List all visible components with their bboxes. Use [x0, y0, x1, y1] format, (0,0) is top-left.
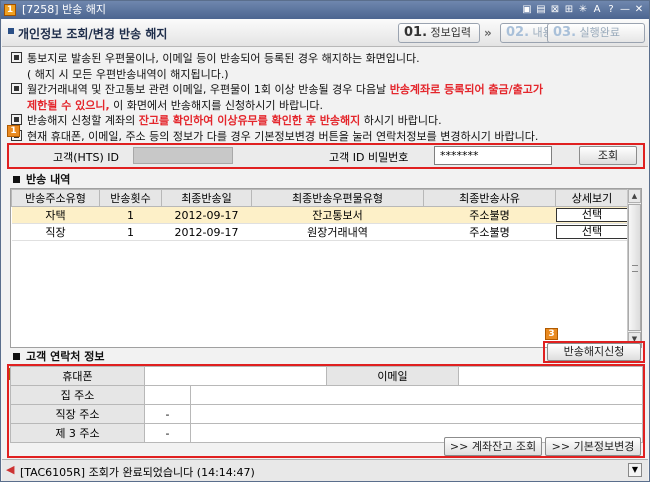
status-message: [TAC6105R] 조회가 완료되었습니다 (14:14:47) [20, 466, 255, 479]
cell-date: 2012-09-17 [161, 223, 252, 241]
notice-list: 통보지로 발송된 우편물이나, 이메일 등이 반송되어 등록된 경우 해지하는 … [11, 51, 643, 144]
screen-copy-icon[interactable]: ▣ [521, 3, 533, 16]
checkbox-bullet-icon [11, 52, 22, 63]
checkbox-bullet-icon [11, 83, 22, 94]
step-3-execute-complete[interactable]: 03. 실행완료 [547, 23, 645, 43]
email-value [458, 366, 643, 386]
cell-count: 1 [99, 206, 162, 224]
step-badge-3: 3 [545, 328, 558, 340]
cell-mail-type: 원장거래내역 [251, 223, 424, 241]
cell-mail-type: 잔고통보서 [251, 206, 424, 224]
cell-type: 직장 [11, 223, 100, 241]
link-icon[interactable]: ⊠ [549, 3, 561, 16]
step-label: 정보입력 [430, 26, 472, 39]
notice-sub-item: ( 해지 시 모든 우편반송내역이 해지됩니다.) [27, 67, 229, 81]
settings-icon[interactable]: ✳ [577, 3, 589, 16]
speaker-icon: ◀ [6, 463, 15, 476]
account-balance-button[interactable]: >> 계좌잔고 조회 [444, 437, 542, 456]
phone-value [144, 366, 327, 386]
notice-item: 월간거래내역 및 잔고통보 관련 이메일, 우편물이 1회 이상 반송될 경우 … [11, 82, 643, 98]
step-arrow-icon: » [484, 26, 492, 40]
third-address-label: 제 3 주소 [10, 423, 145, 443]
message-history-dropdown-icon[interactable]: ▼ [628, 463, 642, 477]
search-button[interactable]: 조회 [579, 146, 637, 165]
close-icon[interactable]: ✕ [633, 3, 645, 16]
email-label: 이메일 [326, 366, 459, 386]
home-address-value [190, 385, 643, 405]
column-header: 반송주소유형 [11, 189, 100, 207]
cell-detail: 선택 [555, 223, 629, 241]
return-cancel-request-button[interactable]: 반송해지신청 [547, 343, 641, 361]
home-zip-value [144, 385, 191, 405]
column-header: 최종반송일 [161, 189, 252, 207]
cell-reason: 주소불명 [423, 206, 556, 224]
select-button[interactable]: 선택 [556, 225, 628, 239]
scroll-up-icon[interactable]: ▲ [628, 189, 641, 203]
section-bullet-icon [13, 353, 20, 360]
scroll-thumb[interactable] [628, 204, 641, 331]
work-address-value [190, 404, 643, 424]
title-bullet-icon [8, 28, 14, 34]
page-title: 개인정보 조회/변경 반송 해지 [18, 27, 168, 41]
notice-item: 반송해지 신청할 계좌의 잔고를 확인하여 이상유무를 확인한 후 반송해지 하… [11, 113, 643, 129]
select-button[interactable]: 선택 [556, 208, 628, 222]
step-number: 01. [404, 25, 428, 40]
contact-info-header: 고객 연락처 정보 [13, 348, 105, 364]
return-history-grid: 반송주소유형 반송횟수 최종반송일 최종반송우편물유형 최종반송사유 상세보기 … [10, 188, 642, 348]
minimize-icon[interactable]: — [619, 3, 631, 16]
contact-row-work: 직장 주소 - [10, 404, 643, 424]
table-row[interactable]: 자택 1 2012-09-17 잔고통보서 주소불명 선택 [11, 206, 629, 224]
step-1-info-input[interactable]: 01. 정보입력 [398, 23, 480, 43]
password-field[interactable]: ******* [434, 146, 552, 165]
grid-icon[interactable]: ⊞ [563, 3, 575, 16]
grip-icon [632, 265, 638, 272]
column-header: 최종반송사유 [423, 189, 556, 207]
work-address-label: 직장 주소 [10, 404, 145, 424]
contact-row-phone: 휴대폰 이메일 [10, 366, 643, 386]
notice-item: 통보지로 발송된 우편물이나, 이메일 등이 반송되어 등록된 경우 해지하는 … [11, 51, 643, 67]
notice-continued: 제한될 수 있으니, 이 화면에서 반송해지를 신청하시기 바랍니다. [27, 98, 323, 112]
font-size-icon[interactable]: A [591, 3, 603, 16]
notice-item: 현재 휴대폰, 이메일, 주소 등의 정보가 다를 경우 기본정보변경 버튼을 … [11, 129, 643, 145]
third-zip-value: - [144, 423, 191, 443]
customer-id-label: 고객(HTS) ID [53, 151, 120, 164]
vertical-scrollbar[interactable]: ▲ ▼ [627, 189, 641, 347]
step-number: 02. [506, 25, 530, 40]
basic-info-change-button[interactable]: >> 기본정보변경 [545, 437, 641, 456]
table-row[interactable]: 직장 1 2012-09-17 원장거래내역 주소불명 선택 [11, 223, 629, 241]
help-icon[interactable]: ? [605, 3, 617, 16]
column-header: 반송횟수 [99, 189, 162, 207]
cell-date: 2012-09-17 [161, 206, 252, 224]
status-bar: ◀ [TAC6105R] 조회가 완료되었습니다 (14:14:47) ▼ [2, 459, 648, 481]
cell-type: 자택 [11, 206, 100, 224]
step-badge-1: 1 [7, 125, 20, 137]
cell-count: 1 [99, 223, 162, 241]
table-header-row: 반송주소유형 반송횟수 최종반송일 최종반송우편물유형 최종반송사유 상세보기 [11, 189, 629, 207]
step-label: 실행완료 [579, 26, 621, 39]
return-history-table: 반송주소유형 반송횟수 최종반송일 최종반송우편물유형 최종반송사유 상세보기 … [11, 189, 629, 241]
contact-info-table: 휴대폰 이메일 집 주소 직장 주소 - 제 3 주소 - [10, 366, 643, 443]
phone-label: 휴대폰 [10, 366, 145, 386]
print-icon[interactable]: ▤ [535, 3, 547, 16]
customer-id-field[interactable] [133, 147, 233, 164]
title-bar: 1 [7258] 반송 해지 ▣ ▤ ⊠ ⊞ ✳ A ? — ✕ [1, 1, 649, 19]
checkbox-bullet-icon [11, 114, 22, 125]
column-header: 상세보기 [555, 189, 629, 207]
step-number: 03. [553, 25, 577, 40]
column-header: 최종반송우편물유형 [251, 189, 424, 207]
work-zip-value: - [144, 404, 191, 424]
section-bullet-icon [13, 176, 20, 183]
window-title: [7258] 반송 해지 [22, 3, 107, 16]
cell-reason: 주소불명 [423, 223, 556, 241]
cell-detail: 선택 [555, 206, 629, 224]
contact-row-home: 집 주소 [10, 385, 643, 405]
titlebar-buttons: ▣ ▤ ⊠ ⊞ ✳ A ? — ✕ [521, 3, 645, 16]
id-input-row: 고객(HTS) ID 고객 ID 비밀번호 ******* 조회 [9, 145, 643, 167]
return-history-header: 반송 내역 [13, 171, 70, 187]
home-address-label: 집 주소 [10, 385, 145, 405]
password-label: 고객 ID 비밀번호 [329, 151, 409, 164]
app-icon: 1 [4, 4, 16, 16]
window: 1 [7258] 반송 해지 ▣ ▤ ⊠ ⊞ ✳ A ? — ✕ 개인정보 조회… [0, 0, 650, 482]
